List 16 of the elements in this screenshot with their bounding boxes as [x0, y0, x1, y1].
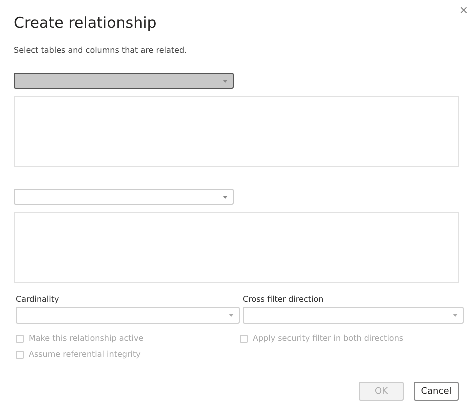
table-dropdown[interactable]: [14, 73, 234, 89]
dropdown[interactable]: [16, 307, 240, 324]
caret-icon: [223, 80, 228, 82]
dialog-title: Create relationship: [14, 14, 158, 32]
checkbox-label: Assume referential integrity: [29, 350, 141, 359]
checkbox-label: Make this relationship active: [29, 334, 144, 343]
caret-icon: [229, 314, 234, 317]
close-button[interactable]: ×: [458, 2, 470, 18]
caret-icon: [453, 314, 458, 317]
field-label: Cardinality: [16, 295, 60, 304]
caret-icon: [223, 196, 228, 198]
dropdown[interactable]: [243, 307, 464, 324]
field-label: Cross filter direction: [243, 295, 325, 304]
dialog-button[interactable]: Cancel: [414, 382, 459, 401]
dialog-subtitle: Select tables and columns that are related.: [14, 46, 188, 55]
checkbox-label: Apply security filter in both directions: [253, 334, 404, 343]
